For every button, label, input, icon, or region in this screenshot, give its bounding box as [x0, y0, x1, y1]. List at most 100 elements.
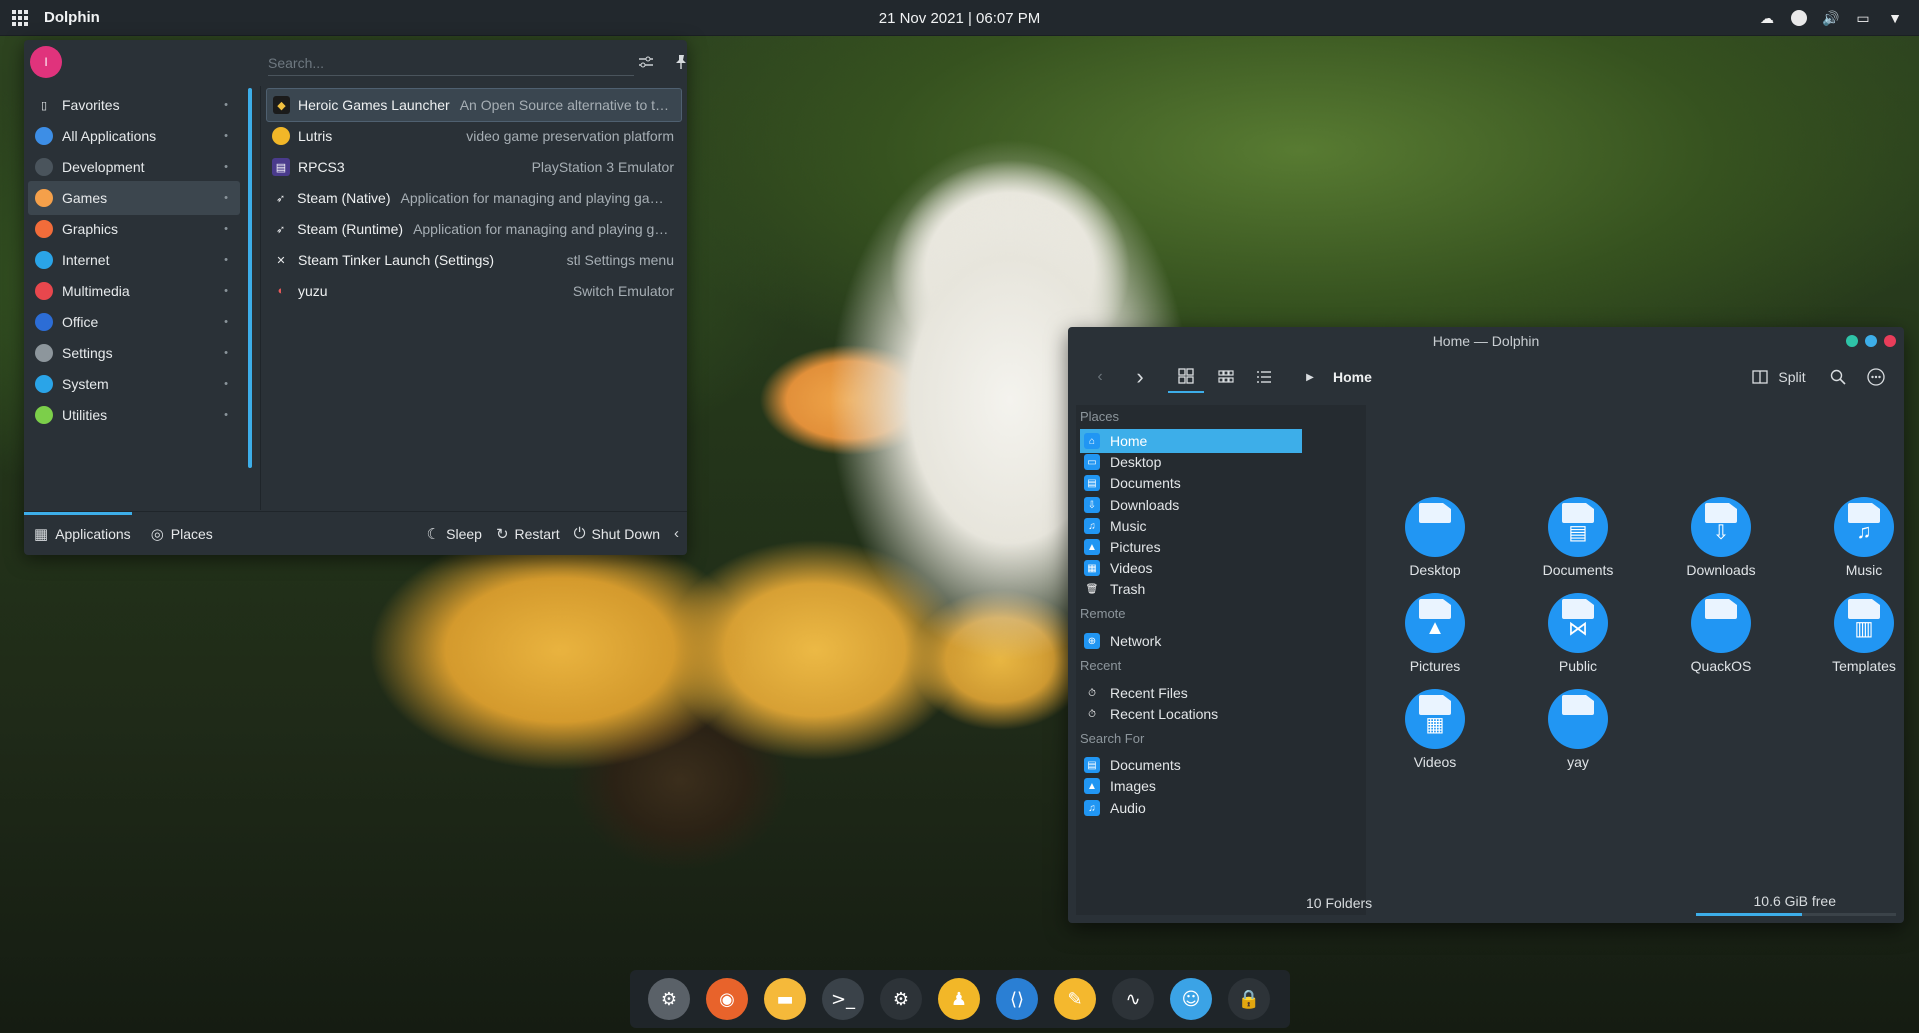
- folder-desktop[interactable]: Desktop: [1370, 497, 1500, 581]
- forward-button[interactable]: ›: [1126, 361, 1154, 393]
- multimedia-icon: [35, 282, 53, 300]
- place-audio[interactable]: ♫ Audio: [1080, 796, 1302, 820]
- dock-kate[interactable]: ✎: [1054, 978, 1096, 1020]
- category-settings[interactable]: Settings •: [28, 336, 240, 370]
- category-label: Development: [62, 159, 145, 175]
- steam-icon: ➶: [272, 220, 290, 238]
- folder-pictures[interactable]: ▲ Pictures: [1370, 593, 1500, 677]
- templates-glyph-icon: ▥: [1854, 617, 1874, 640]
- app-item-lutris[interactable]: Lutris video game preservation platform: [266, 119, 682, 153]
- details-view-button[interactable]: [1246, 361, 1282, 393]
- category-system[interactable]: System •: [28, 367, 240, 401]
- maximize-button[interactable]: [1865, 335, 1877, 347]
- place-recent-locations[interactable]: ⏱ Recent Locations: [1080, 702, 1302, 726]
- app-item-heroic-games-launcher[interactable]: ◆ Heroic Games Launcher An Open Source alt…: [266, 88, 682, 122]
- category-utilities[interactable]: Utilities •: [28, 398, 240, 432]
- tab-applications[interactable]: ▦ Applications: [24, 511, 141, 556]
- folder-documents[interactable]: ▤ Documents: [1513, 497, 1643, 581]
- display-icon[interactable]: ▭: [1853, 8, 1873, 28]
- folder-music[interactable]: ♫ Music: [1799, 497, 1919, 581]
- place-documents[interactable]: ▤ Documents: [1080, 471, 1302, 495]
- category-games[interactable]: Games •: [28, 181, 240, 215]
- app-grid-icon[interactable]: [0, 0, 40, 36]
- app-item-rpcs3[interactable]: ▤ RPCS3 PlayStation 3 Emulator: [266, 150, 682, 184]
- category-scrollbar[interactable]: [248, 88, 252, 468]
- icons-view-button[interactable]: [1168, 361, 1204, 393]
- place-label: Recent Locations: [1110, 706, 1219, 722]
- public-glyph-icon: ⋈: [1568, 617, 1588, 640]
- app-name: Lutris: [298, 128, 333, 144]
- menu-button[interactable]: [1862, 361, 1890, 393]
- place-label: Documents: [1110, 475, 1181, 491]
- dock-firefox[interactable]: ◉: [706, 978, 748, 1020]
- dock-discord[interactable]: ☺: [1170, 978, 1212, 1020]
- chevron-down-icon[interactable]: ▼: [1885, 8, 1905, 28]
- folder-videos[interactable]: ▦ Videos: [1370, 689, 1500, 773]
- pencil-icon: ✎: [1067, 988, 1083, 1010]
- place-label: Downloads: [1110, 497, 1180, 513]
- dock-konsole[interactable]: >_: [822, 978, 864, 1020]
- cloud-icon[interactable]: ☁: [1757, 8, 1777, 28]
- restart-button[interactable]: ↻ Restart: [496, 525, 560, 543]
- folder-templates[interactable]: ▥ Templates: [1799, 593, 1919, 677]
- category-graphics[interactable]: Graphics •: [28, 212, 240, 246]
- recent-locations-icon: ⏱: [1088, 708, 1096, 720]
- restart-label: Restart: [514, 525, 560, 542]
- search-input[interactable]: [268, 50, 634, 76]
- app-item-steam-tinker-launch-settings[interactable]: ✕ Steam Tinker Launch (Settings) stl Setti…: [266, 243, 682, 277]
- videos-glyph-icon: ▦: [1425, 713, 1445, 736]
- sleep-button[interactable]: ☾ Sleep: [427, 525, 482, 543]
- tab-places[interactable]: ◎ Places: [141, 512, 223, 556]
- active-app-title[interactable]: Dolphin: [44, 9, 100, 26]
- discord-icon: ☺: [1181, 988, 1201, 1010]
- chevron-right-icon: •: [224, 409, 228, 421]
- configure-icon[interactable]: [632, 48, 660, 76]
- minimize-button[interactable]: [1846, 335, 1858, 347]
- breadcrumb-arrow-icon[interactable]: ▶: [1302, 361, 1318, 393]
- clock[interactable]: 21 Nov 2021 | 06:07 PM: [0, 0, 1919, 36]
- category-development[interactable]: Development •: [28, 150, 240, 184]
- dock-lock[interactable]: 🔒: [1228, 978, 1270, 1020]
- breadcrumb-home[interactable]: Home: [1333, 361, 1372, 393]
- dock-steam[interactable]: ⚙: [880, 978, 922, 1020]
- search-button[interactable]: [1824, 361, 1852, 393]
- volume-icon[interactable]: 🔊: [1821, 8, 1841, 28]
- category-internet[interactable]: Internet •: [28, 243, 240, 277]
- folder-icon: [1548, 689, 1608, 749]
- folder-quackos[interactable]: QuackOS: [1656, 593, 1786, 677]
- more-button[interactable]: ‹: [674, 525, 679, 542]
- pin-icon[interactable]: [667, 48, 695, 76]
- compact-view-button[interactable]: [1208, 361, 1244, 393]
- dock-dolphin[interactable]: ▬: [764, 978, 806, 1020]
- category-label: Internet: [62, 252, 110, 268]
- folder-public[interactable]: ⋈ Public: [1513, 593, 1643, 677]
- category-office[interactable]: Office •: [28, 305, 240, 339]
- app-item-yuzu[interactable]: ◐ yuzu Switch Emulator: [266, 274, 682, 308]
- category-favorites[interactable]: ▯ Favorites •: [28, 88, 240, 122]
- place-trash[interactable]: 🗑 Trash: [1080, 577, 1302, 601]
- close-button[interactable]: [1884, 335, 1896, 347]
- window-titlebar[interactable]: Home — Dolphin: [1068, 327, 1904, 355]
- pictures-icon: ▲: [1084, 539, 1100, 555]
- app-name: Steam (Native): [297, 190, 391, 206]
- category-multimedia[interactable]: Multimedia •: [28, 274, 240, 308]
- steam-tray-icon[interactable]: [1789, 8, 1809, 28]
- dock-vscode[interactable]: ⟨⟩: [996, 978, 1038, 1020]
- shutdown-button[interactable]: ⏻ Shut Down: [574, 525, 660, 542]
- dock-steam-tinker[interactable]: ∿: [1112, 978, 1154, 1020]
- back-button[interactable]: ‹: [1086, 361, 1114, 393]
- app-item-steam-native[interactable]: ➶ Steam (Native) Application for managing …: [266, 181, 682, 215]
- avatar[interactable]: I: [30, 46, 62, 78]
- folder-icon: ▲: [1405, 593, 1465, 653]
- split-button[interactable]: Split: [1744, 361, 1814, 393]
- dock-lutris[interactable]: ♟: [938, 978, 980, 1020]
- category-all-applications[interactable]: All Applications •: [28, 119, 240, 153]
- folder-downloads[interactable]: ⇩ Downloads: [1656, 497, 1786, 581]
- dock-system-settings[interactable]: ⚙: [648, 978, 690, 1020]
- app-item-steam-runtime[interactable]: ➶ Steam (Runtime) Application for managing…: [266, 212, 682, 246]
- folder-label: Videos: [1413, 754, 1457, 770]
- chevron-right-icon: •: [224, 316, 228, 328]
- place-images[interactable]: ▲ Images: [1080, 774, 1302, 798]
- folder-yay[interactable]: yay: [1513, 689, 1643, 773]
- place-network[interactable]: ⊕ Network: [1080, 629, 1302, 653]
